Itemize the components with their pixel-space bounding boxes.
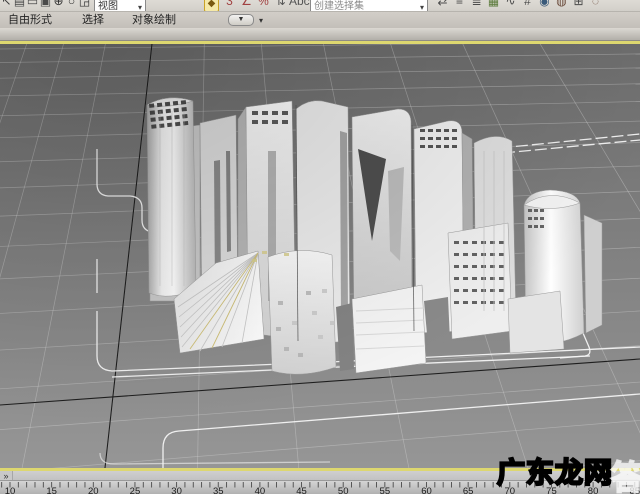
striped-tower <box>448 223 512 339</box>
svg-text:50: 50 <box>338 486 349 494</box>
tower-9 <box>584 215 602 333</box>
viewport-scene <box>0 44 640 468</box>
layer-manager-icon[interactable]: ≣ <box>468 0 485 11</box>
perspective-viewport[interactable] <box>0 41 640 471</box>
schematic-view-icon[interactable]: # <box>519 0 536 11</box>
application-window: ↖▤▭▣⊕○◲ 视图 ▾ ◆ 3∠%⇅Abc 创建选择集 ▾ ⇄≡≣▦∿#◉◍⊞… <box>0 0 640 494</box>
reference-coordinate-value: 视图 <box>98 0 118 12</box>
timeline-ticks: 10 15 20 25 30 35 40 45 50 55 60 65 70 75 80 85 <box>0 481 640 494</box>
svg-text:10: 10 <box>5 486 16 494</box>
timeline-ruler[interactable]: 10 15 20 25 30 35 40 45 50 55 60 65 70 75 80 85 <box>0 481 640 494</box>
main-toolbar: ↖▤▭▣⊕○◲ 视图 ▾ ◆ 3∠%⇅Abc 创建选择集 ▾ ⇄≡≣▦∿#◉◍⊞… <box>0 0 640 12</box>
rectangular-selection-region-icon[interactable]: ▭ <box>26 0 39 11</box>
named-selection-set-value: 创建选择集 <box>314 0 364 12</box>
render-setup-icon[interactable]: ◍ <box>553 0 570 11</box>
selection-tools-group: ↖▤▭▣⊕○◲ <box>0 0 91 11</box>
svg-text:35: 35 <box>213 486 224 494</box>
svg-text:25: 25 <box>130 486 141 494</box>
align-icon[interactable]: ≡ <box>451 0 468 11</box>
svg-text:20: 20 <box>88 486 99 494</box>
tab-object-paint[interactable]: 对象绘制 <box>132 12 176 28</box>
rendered-frame-icon[interactable]: ⊞ <box>570 0 587 11</box>
utility-tools-group: ⇄≡≣▦∿#◉◍⊞◌ <box>434 0 604 11</box>
named-selection-set-combobox[interactable]: 创建选择集 ▾ <box>310 0 428 12</box>
svg-text:75: 75 <box>546 486 557 494</box>
svg-text:55: 55 <box>380 486 391 494</box>
select-by-name-icon[interactable]: ▤ <box>13 0 26 11</box>
front-right-slab <box>352 285 426 373</box>
svg-text:15: 15 <box>46 486 57 494</box>
reference-coordinate-dropdown[interactable]: 视图 ▾ <box>94 0 146 12</box>
percent-snap-icon[interactable]: % <box>255 0 272 11</box>
tab-selection[interactable]: 选择 <box>82 12 104 28</box>
tab-freeform[interactable]: 自由形式 <box>8 12 52 28</box>
render-production-icon[interactable]: ◌ <box>587 0 604 11</box>
named-selection-abc-icon[interactable]: Abc <box>289 0 306 11</box>
svg-text:30: 30 <box>171 486 182 494</box>
mirror-icon[interactable]: ⇄ <box>434 0 451 11</box>
svg-text:85: 85 <box>629 486 640 494</box>
manipulate-mode-button[interactable]: ◆ <box>204 0 219 12</box>
window-crossing-icon[interactable]: ▣ <box>39 0 52 11</box>
snaps-toggle-icon[interactable]: 3 <box>221 0 238 11</box>
svg-text:70: 70 <box>505 486 516 494</box>
select-object-icon[interactable]: ↖ <box>0 0 13 11</box>
select-and-rotate-icon[interactable]: ○ <box>65 0 78 11</box>
angle-snap-icon[interactable]: ∠ <box>238 0 255 11</box>
snap-tools-group: 3∠%⇅Abc <box>221 0 306 11</box>
curve-editor-icon[interactable]: ∿ <box>502 0 519 11</box>
graphite-ribbon-toggle-icon[interactable]: ▦ <box>485 0 502 11</box>
svg-text:60: 60 <box>421 486 432 494</box>
svg-text:65: 65 <box>463 486 474 494</box>
select-and-move-icon[interactable]: ⊕ <box>52 0 65 11</box>
chevron-down-icon: ▾ <box>416 3 424 12</box>
open-mini-curve-editor-button[interactable]: » <box>0 471 13 480</box>
ribbon-collapsed-panel <box>0 28 640 41</box>
material-editor-icon[interactable]: ◉ <box>536 0 553 11</box>
track-bar[interactable]: » <box>0 471 640 481</box>
chevron-down-icon[interactable]: ▾ <box>259 16 263 25</box>
ribbon-minimize-button[interactable]: ▼ <box>228 14 254 26</box>
svg-text:45: 45 <box>296 486 307 494</box>
right-base <box>508 291 564 353</box>
spinner-snap-icon[interactable]: ⇅ <box>272 0 289 11</box>
ribbon-tab-bar: 自由形式 选择 对象绘制 ▼ ▾ <box>0 12 640 28</box>
svg-text:80: 80 <box>588 486 599 494</box>
chevron-down-icon: ▾ <box>134 3 142 12</box>
select-and-scale-icon[interactable]: ◲ <box>78 0 91 11</box>
svg-text:40: 40 <box>255 486 266 494</box>
